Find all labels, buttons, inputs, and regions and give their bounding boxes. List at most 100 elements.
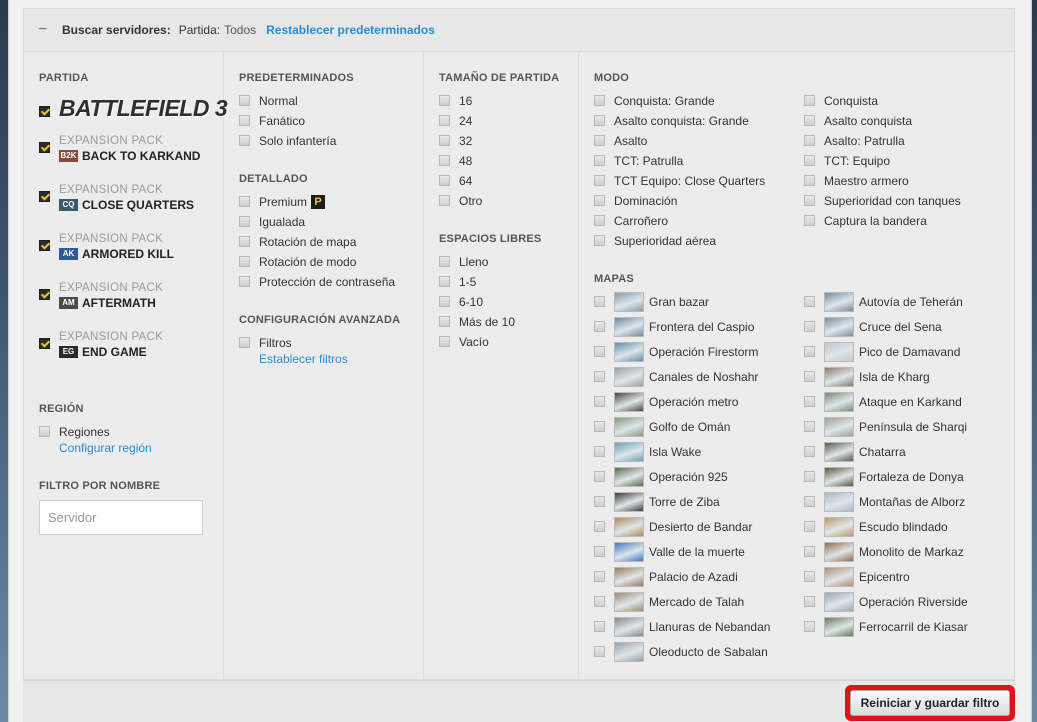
preset-option-0[interactable]: Normal xyxy=(239,91,298,111)
mode-right-5-checkbox[interactable] xyxy=(804,195,815,207)
mode-right-0[interactable]: Conquista xyxy=(804,91,878,111)
preset-option-2-checkbox[interactable] xyxy=(239,135,250,147)
map-right-9[interactable]: Escudo blindado xyxy=(804,516,948,537)
map-left-2[interactable]: Operación Firestorm xyxy=(594,341,758,362)
map-right-1-checkbox[interactable] xyxy=(804,321,815,333)
expansion-checkbox[interactable] xyxy=(39,191,50,202)
expansion-checkbox[interactable] xyxy=(39,142,50,153)
map-right-12[interactable]: Operación Riverside xyxy=(804,591,968,612)
expansion-checkbox[interactable] xyxy=(39,289,50,300)
map-right-8[interactable]: Montañas de Alborz xyxy=(804,491,965,512)
map-right-11[interactable]: Epicentro xyxy=(804,566,910,587)
mode-right-4-checkbox[interactable] xyxy=(804,175,815,187)
configure-region-link[interactable]: Configurar región xyxy=(59,438,152,458)
mode-right-3[interactable]: TCT: Equipo xyxy=(804,151,890,171)
detailed-option-4[interactable]: Protección de contraseña xyxy=(239,272,395,292)
collapse-icon[interactable]: − xyxy=(38,22,52,38)
map-left-14[interactable]: Oleoducto de Sabalan xyxy=(594,641,768,662)
map-right-3[interactable]: Isla de Kharg xyxy=(804,366,930,387)
mode-left-7-checkbox[interactable] xyxy=(594,235,605,247)
mode-left-2-checkbox[interactable] xyxy=(594,135,605,147)
reset-save-filter-button[interactable]: Reiniciar y guardar filtro xyxy=(845,685,1015,721)
detailed-option-3[interactable]: Rotación de modo xyxy=(239,252,356,272)
size-option-1[interactable]: 24 xyxy=(439,111,472,131)
mode-right-5[interactable]: Superioridad con tanques xyxy=(804,191,961,211)
slots-option-4[interactable]: Vacío xyxy=(439,332,489,352)
slots-option-3-checkbox[interactable] xyxy=(439,316,450,328)
map-right-9-checkbox[interactable] xyxy=(804,521,815,533)
mode-right-1[interactable]: Asalto conquista xyxy=(804,111,912,131)
map-left-11-checkbox[interactable] xyxy=(594,571,605,583)
map-right-5-checkbox[interactable] xyxy=(804,421,815,433)
slots-option-2-checkbox[interactable] xyxy=(439,296,450,308)
map-right-7[interactable]: Fortaleza de Donya xyxy=(804,466,964,487)
map-left-7[interactable]: Operación 925 xyxy=(594,466,728,487)
size-option-0[interactable]: 16 xyxy=(439,91,472,111)
map-left-12-checkbox[interactable] xyxy=(594,596,605,608)
detailed-option-2[interactable]: Rotación de mapa xyxy=(239,232,356,252)
size-option-2[interactable]: 32 xyxy=(439,131,472,151)
map-left-0[interactable]: Gran bazar xyxy=(594,291,709,312)
map-left-0-checkbox[interactable] xyxy=(594,296,605,308)
map-left-13-checkbox[interactable] xyxy=(594,621,605,633)
slots-option-1-checkbox[interactable] xyxy=(439,276,450,288)
map-left-5[interactable]: Golfo de Omán xyxy=(594,416,730,437)
preset-option-1[interactable]: Fanático xyxy=(239,111,305,131)
detailed-option-1[interactable]: Igualada xyxy=(239,212,305,232)
mode-left-1[interactable]: Asalto conquista: Grande xyxy=(594,111,749,131)
size-option-5-checkbox[interactable] xyxy=(439,195,450,207)
map-left-13[interactable]: Llanuras de Nebandan xyxy=(594,616,770,637)
map-right-2-checkbox[interactable] xyxy=(804,346,815,358)
size-option-2-checkbox[interactable] xyxy=(439,135,450,147)
map-right-6-checkbox[interactable] xyxy=(804,446,815,458)
mode-left-1-checkbox[interactable] xyxy=(594,115,605,127)
size-option-5[interactable]: Otro xyxy=(439,191,482,211)
map-left-10[interactable]: Valle de la muerte xyxy=(594,541,745,562)
game-bf3[interactable]: BATTLEFIELD 3 xyxy=(39,94,228,122)
mode-left-4[interactable]: TCT Equipo: Close Quarters xyxy=(594,171,765,191)
size-option-4-checkbox[interactable] xyxy=(439,175,450,187)
slots-option-3[interactable]: Más de 10 xyxy=(439,312,515,332)
map-right-7-checkbox[interactable] xyxy=(804,471,815,483)
mode-right-6-checkbox[interactable] xyxy=(804,215,815,227)
mode-left-5-checkbox[interactable] xyxy=(594,195,605,207)
mode-right-1-checkbox[interactable] xyxy=(804,115,815,127)
mode-left-3-checkbox[interactable] xyxy=(594,155,605,167)
mode-right-3-checkbox[interactable] xyxy=(804,155,815,167)
map-right-0[interactable]: Autovía de Teherán xyxy=(804,291,963,312)
filters-checkbox[interactable] xyxy=(239,337,250,349)
map-left-11[interactable]: Palacio de Azadi xyxy=(594,566,738,587)
map-left-14-checkbox[interactable] xyxy=(594,646,605,658)
mode-left-7[interactable]: Superioridad aérea xyxy=(594,231,716,251)
size-option-0-checkbox[interactable] xyxy=(439,95,450,107)
server-name-input[interactable] xyxy=(39,500,203,535)
size-option-3[interactable]: 48 xyxy=(439,151,472,171)
bf3-checkbox[interactable] xyxy=(39,106,50,118)
mode-left-0[interactable]: Conquista: Grande xyxy=(594,91,715,111)
expansion-checkbox[interactable] xyxy=(39,338,50,349)
slots-option-0-checkbox[interactable] xyxy=(439,256,450,268)
detailed-option-2-checkbox[interactable] xyxy=(239,236,250,248)
map-right-6[interactable]: Chatarra xyxy=(804,441,906,462)
map-left-7-checkbox[interactable] xyxy=(594,471,605,483)
mode-right-0-checkbox[interactable] xyxy=(804,95,815,107)
map-right-13-checkbox[interactable] xyxy=(804,621,815,633)
map-left-4-checkbox[interactable] xyxy=(594,396,605,408)
map-left-9[interactable]: Desierto de Bandar xyxy=(594,516,752,537)
regions-checkbox[interactable] xyxy=(39,426,50,438)
map-left-6-checkbox[interactable] xyxy=(594,446,605,458)
mode-left-5[interactable]: Dominación xyxy=(594,191,677,211)
map-left-5-checkbox[interactable] xyxy=(594,421,605,433)
map-left-2-checkbox[interactable] xyxy=(594,346,605,358)
map-left-1-checkbox[interactable] xyxy=(594,321,605,333)
preset-option-0-checkbox[interactable] xyxy=(239,95,250,107)
map-left-6[interactable]: Isla Wake xyxy=(594,441,701,462)
mode-left-6[interactable]: Carroñero xyxy=(594,211,668,231)
detailed-option-1-checkbox[interactable] xyxy=(239,216,250,228)
map-right-8-checkbox[interactable] xyxy=(804,496,815,508)
size-option-1-checkbox[interactable] xyxy=(439,115,450,127)
map-left-1[interactable]: Frontera del Caspio xyxy=(594,316,754,337)
map-left-8-checkbox[interactable] xyxy=(594,496,605,508)
mode-right-2-checkbox[interactable] xyxy=(804,135,815,147)
mode-left-2[interactable]: Asalto xyxy=(594,131,647,151)
